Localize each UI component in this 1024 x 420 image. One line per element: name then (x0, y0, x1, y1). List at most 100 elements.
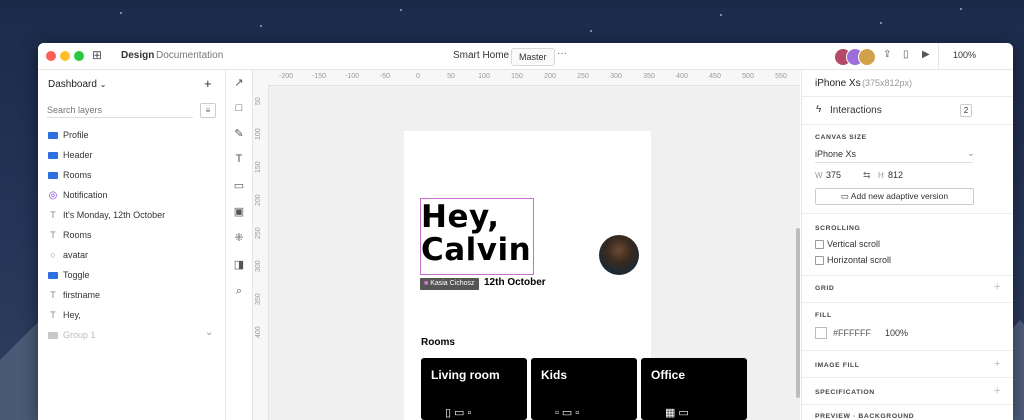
tab-design[interactable]: Design (121, 50, 154, 61)
ruler-tick: 500 (742, 73, 754, 80)
layer-item[interactable]: Group 1 (47, 327, 96, 343)
fill-hex-input[interactable]: #FFFFFF (833, 328, 871, 338)
date-text[interactable]: 12th October (484, 277, 546, 288)
app-window: ⊞ Design Documentation Smart Home Master… (38, 43, 1013, 420)
tab-documentation[interactable]: Documentation (156, 50, 223, 61)
room-card-office[interactable]: Office ▦▭ (641, 358, 747, 420)
close-window-button[interactable] (46, 51, 56, 61)
page-selector[interactable]: Dashboard ⌄ (48, 79, 106, 90)
chevron-down-icon[interactable]: ⌄ (967, 148, 975, 159)
device-preview-icon[interactable]: ▯ (903, 49, 909, 60)
avatar[interactable] (858, 48, 876, 66)
layer-item[interactable]: Tfirstname (47, 287, 100, 303)
canvas-size-heading: CANVAS SIZE (815, 134, 867, 141)
link-icon[interactable]: ⇆ (863, 170, 871, 181)
component-icon: ◎ (48, 190, 58, 201)
specification-heading: SPECIFICATION (815, 389, 875, 396)
width-input[interactable]: 375 (826, 170, 841, 180)
page-title: Dashboard (48, 79, 97, 90)
layer-label: Notification (63, 190, 108, 200)
ruler-tick: 50 (255, 97, 262, 105)
height-input[interactable]: 812 (888, 170, 903, 180)
layer-label: Group 1 (63, 330, 96, 340)
rooms-heading[interactable]: Rooms (421, 337, 455, 348)
fill-color-swatch[interactable] (815, 327, 827, 339)
vertical-scroll-label: Vertical scroll (827, 239, 881, 249)
ruler-tick: -150 (311, 73, 327, 80)
avatar[interactable] (599, 235, 639, 275)
layer-item[interactable]: ◎ Notification (47, 187, 108, 203)
play-icon[interactable]: ▶ (922, 49, 930, 60)
hotspot-tool-icon[interactable]: ⁜ (233, 231, 245, 244)
horizontal-scroll-checkbox[interactable] (815, 256, 824, 265)
add-image-fill-icon[interactable]: + (994, 358, 1000, 370)
component-tool-icon[interactable]: ▭ (233, 179, 245, 192)
fill-opacity-input[interactable]: 100% (885, 328, 908, 338)
layer-item[interactable]: ○ avatar (47, 247, 88, 263)
layer-label: Header (63, 150, 93, 160)
project-title: Smart Home (453, 50, 510, 61)
rectangle-tool-icon[interactable]: □ (233, 102, 245, 114)
folder-icon (48, 172, 58, 179)
room-card-living-room[interactable]: Living room ▯▭▫ (421, 358, 527, 420)
export-tool-icon[interactable]: ◨ (233, 258, 245, 271)
ruler-tick: 50 (447, 73, 455, 80)
layer-item[interactable]: T Rooms (47, 227, 92, 243)
title-bar: ⊞ Design Documentation Smart Home Master… (38, 43, 1013, 70)
text-tool-icon[interactable]: T (233, 153, 245, 165)
add-page-button[interactable]: + (204, 76, 212, 91)
chevron-down-icon[interactable]: ⌄ (205, 327, 213, 338)
width-label: W (815, 171, 823, 180)
layer-item[interactable]: T Hey, (47, 307, 81, 323)
room-card-label: Kids (541, 368, 568, 382)
pen-tool-icon[interactable]: ↗ (233, 76, 245, 89)
divider (938, 43, 939, 69)
layer-item[interactable]: Profile (47, 127, 89, 143)
pen-icon[interactable]: ✎ (233, 127, 245, 140)
image-fill-heading: IMAGE FILL (815, 362, 860, 369)
device-size: (375x812px) (862, 78, 913, 88)
more-options-icon[interactable]: ··· (557, 48, 567, 59)
canvas-device-select[interactable]: iPhone Xs (815, 149, 856, 159)
divider (815, 162, 973, 163)
minimize-window-button[interactable] (60, 51, 70, 61)
filter-icon[interactable]: ≡ (200, 103, 216, 118)
canvas-scrollbar[interactable] (796, 228, 800, 398)
ruler-tick: 400 (676, 73, 688, 80)
divider (802, 213, 1013, 214)
search-icon[interactable]: ⌕ (233, 285, 245, 298)
zoom-window-button[interactable] (74, 51, 84, 61)
layers-panel: Dashboard ⌄ + ≡ Profile Header Rooms ◎ No… (38, 70, 226, 420)
image-tool-icon[interactable]: ▣ (233, 205, 245, 218)
share-icon[interactable]: ⇪ (883, 49, 891, 60)
branch-button[interactable]: Master (511, 48, 555, 66)
add-grid-icon[interactable]: + (994, 281, 1000, 293)
divider (802, 377, 1013, 378)
divider (802, 96, 1013, 97)
ruler-tick: 350 (255, 293, 262, 305)
interactions-label[interactable]: Interactions (830, 105, 882, 116)
layer-item[interactable]: Header (47, 147, 93, 163)
layer-item[interactable]: Rooms (47, 167, 92, 183)
room-card-kids[interactable]: Kids ▫▭▫ (531, 358, 637, 420)
layer-item[interactable]: T It's Monday, 12th October (47, 207, 165, 223)
artboard[interactable]: Hey, Calvin ■ Kasia Cichosz 12th October… (404, 131, 747, 420)
layer-label: Rooms (63, 170, 92, 180)
design-canvas[interactable]: -200 -150 -100 -50 0 50 100 150 200 250 … (253, 70, 800, 420)
ruler-tick: 100 (255, 128, 262, 140)
search-layers-input[interactable] (47, 103, 193, 118)
vertical-scroll-checkbox[interactable] (815, 240, 824, 249)
interactions-count-badge: 2 (960, 104, 972, 117)
layer-label: Rooms (63, 230, 92, 240)
layer-label: Hey, (63, 310, 81, 320)
grid-icon[interactable]: ⊞ (92, 48, 102, 62)
living-room-icon: ▯▭▫ (445, 407, 475, 419)
zoom-level[interactable]: 100% (953, 50, 976, 60)
add-adaptive-version-button[interactable]: ▭ Add new adaptive version (815, 188, 974, 205)
ruler-tick: 300 (610, 73, 622, 80)
selection-box[interactable] (420, 198, 534, 275)
add-specification-icon[interactable]: + (994, 385, 1000, 397)
layer-item[interactable]: Toggle (47, 267, 90, 283)
tool-bar: ↗ □ ✎ T ▭ ▣ ⁜ ◨ ⌕ (226, 70, 253, 420)
layer-label: firstname (63, 290, 101, 300)
